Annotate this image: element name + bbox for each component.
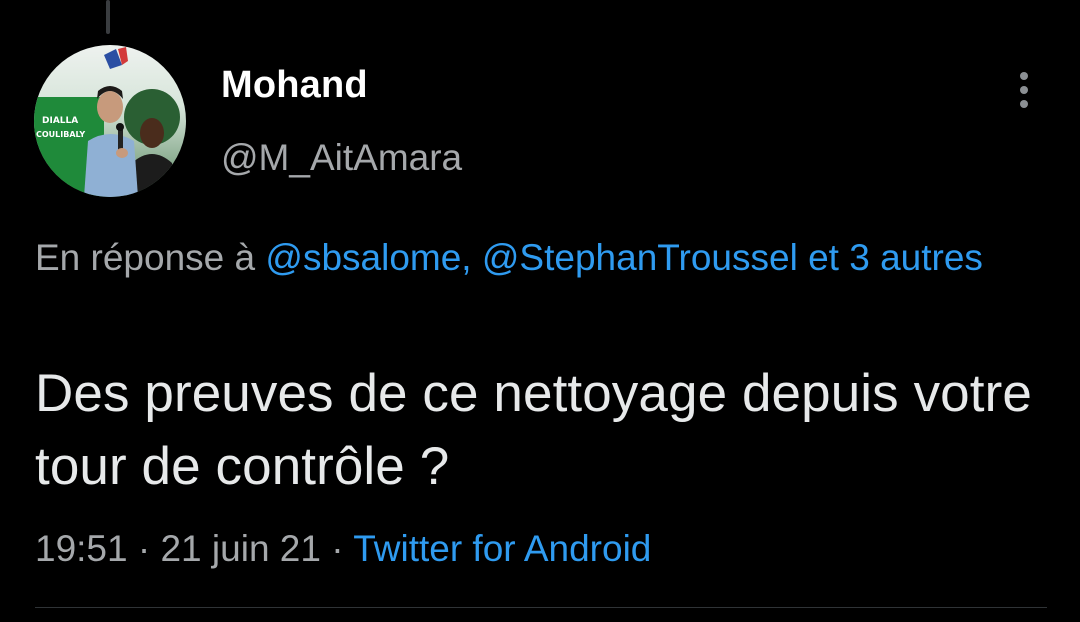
tweet-text: Des preuves de ce nettoyage depuis votre… (35, 364, 1032, 496)
more-options-button[interactable] (1008, 70, 1040, 110)
mention-link-2[interactable]: @StephanTroussel (482, 237, 798, 278)
tweet-source-link[interactable]: Twitter for Android (353, 528, 651, 569)
reply-prefix: En réponse à (35, 237, 256, 278)
tweet-date: 21 juin 21 (160, 528, 321, 569)
meta-separator: · (331, 528, 344, 569)
avatar[interactable]: DIALLA COULIBALY (34, 45, 186, 197)
top-divider-stub (106, 0, 110, 34)
tweet-time: 19:51 (35, 528, 128, 569)
vertical-dots-icon (1020, 72, 1028, 108)
mention-link-1[interactable]: @sbsalome, (265, 237, 471, 278)
others-link[interactable]: et 3 autres (808, 237, 983, 278)
meta-separator: · (137, 528, 151, 569)
author-handle[interactable]: @M_AitAmara (221, 137, 462, 179)
banner-text-line1: DIALLA (42, 116, 78, 126)
divider (35, 607, 1047, 608)
author-display-name[interactable]: Mohand (221, 64, 368, 107)
profile-photo-icon: DIALLA COULIBALY (34, 45, 186, 197)
tweet-meta: 19:51 · 21 juin 21 · Twitter for Android (35, 521, 651, 577)
banner-text-line2: COULIBALY (36, 130, 85, 139)
reply-context: En réponse à @sbsalome, @StephanTroussel… (35, 230, 1035, 286)
